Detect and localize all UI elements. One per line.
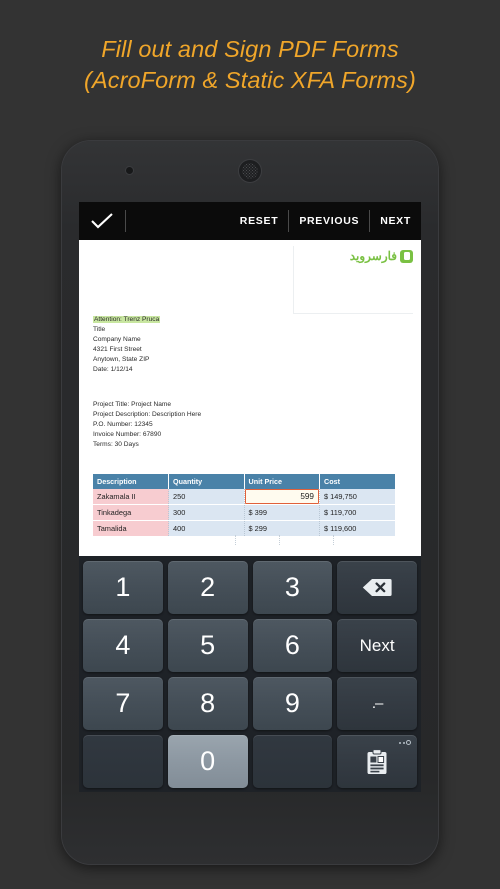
key-1[interactable]: 1 (83, 561, 163, 614)
previous-button[interactable]: PREVIOUS (289, 202, 369, 240)
cell-cost: $ 149,750 (319, 489, 395, 505)
address-line: 4321 First Street (93, 346, 142, 353)
address-line: Date: 1/12/14 (93, 366, 133, 373)
toolbar-divider-1 (125, 210, 126, 232)
next-button[interactable]: NEXT (370, 202, 421, 240)
pdf-document-view[interactable]: فارسروید Attention: Trenz Pruca Title Co… (79, 240, 421, 556)
app-toolbar: RESET PREVIOUS NEXT (79, 202, 421, 240)
attention-line: Attention: Trenz Pruca (93, 316, 161, 323)
keyboard-row: 4 5 6 Next (83, 619, 417, 672)
table-row: Zakamala II 250 599 $ 149,750 (93, 489, 395, 505)
invoice-table: Description Quantity Unit Price Cost Zak… (93, 474, 395, 537)
address-line: Anytown, State ZIP (93, 356, 150, 363)
phone-screen: RESET PREVIOUS NEXT فارسروید Attention: … (79, 202, 421, 792)
column-header-unit-price: Unit Price (244, 474, 320, 489)
keyboard-row: 7 8 9 .– (83, 677, 417, 730)
project-line: Terms: 30 Days (93, 441, 139, 448)
column-header-cost: Cost (319, 474, 395, 489)
project-details-block: Project Title: Project Name Project Desc… (93, 400, 201, 450)
key-8[interactable]: 8 (167, 677, 248, 730)
project-line: P.O. Number: 12345 (93, 421, 153, 428)
dot-2 (402, 741, 405, 744)
key-9[interactable]: 9 (252, 677, 333, 730)
clipboard-key[interactable] (337, 735, 417, 788)
dot-dash-key[interactable]: .– (337, 677, 417, 730)
cell-quantity: 300 (168, 504, 245, 521)
front-camera-icon (126, 167, 133, 174)
key-2[interactable]: 2 (167, 561, 248, 614)
checkmark-icon (91, 213, 113, 229)
farsroid-logo-icon (400, 249, 413, 263)
numeric-keyboard: 1 2 3 4 5 6 Next 7 8 9 .– 0 (79, 556, 421, 792)
gear-icon (406, 740, 411, 745)
backspace-icon (337, 561, 417, 614)
cell-description: Zakamala II (93, 489, 169, 505)
address-line: Company Name (93, 336, 141, 343)
keyboard-settings-icon[interactable] (399, 740, 411, 745)
page-title: Fill out and Sign PDF Forms (AcroForm & … (84, 36, 416, 93)
cell-cost: $ 119,700 (319, 504, 395, 521)
column-header-description: Description (93, 474, 169, 489)
cell-description: Tinkadega (93, 504, 169, 521)
project-line: Invoice Number: 67890 (93, 431, 162, 438)
keyboard-row: 1 2 3 (83, 561, 417, 614)
table-bottom-guides (93, 535, 395, 545)
blank-key-left[interactable] (83, 735, 163, 788)
screenshot-root: Fill out and Sign PDF Forms (AcroForm & … (0, 0, 500, 889)
address-line: Title (93, 326, 106, 333)
key-0[interactable]: 0 (167, 735, 248, 788)
reset-button[interactable]: RESET (230, 202, 289, 240)
clipboard-icon (337, 735, 417, 788)
earpiece-speaker-icon (239, 160, 261, 182)
key-7[interactable]: 7 (83, 677, 163, 730)
watermark-label: فارسروید (349, 249, 397, 263)
next-key[interactable]: Next (337, 619, 417, 672)
column-header-quantity: Quantity (168, 474, 245, 489)
key-3[interactable]: 3 (252, 561, 333, 614)
project-line: Project Title: Project Name (93, 401, 172, 408)
key-6[interactable]: 6 (252, 619, 333, 672)
table-row: Tinkadega 300 $ 399 $ 119,700 (93, 504, 395, 521)
unit-price-input-active[interactable]: 599 (244, 489, 319, 504)
dot-1 (399, 741, 401, 744)
cell-quantity: 250 (168, 489, 245, 505)
cell-unit-price[interactable]: 599 (244, 489, 320, 505)
blank-key-right[interactable] (252, 735, 333, 788)
farsroid-watermark: فارسروید (350, 249, 413, 263)
table-header-row: Description Quantity Unit Price Cost (93, 474, 395, 489)
keyboard-row: 0 (83, 735, 417, 788)
confirm-button[interactable] (79, 213, 125, 229)
cell-unit-price[interactable]: $ 399 (244, 504, 320, 521)
address-block: Attention: Trenz Pruca Title Company Nam… (93, 315, 161, 375)
key-5[interactable]: 5 (167, 619, 248, 672)
project-line: Project Description: Description Here (93, 411, 202, 418)
key-4[interactable]: 4 (83, 619, 163, 672)
backspace-key[interactable] (337, 561, 417, 614)
